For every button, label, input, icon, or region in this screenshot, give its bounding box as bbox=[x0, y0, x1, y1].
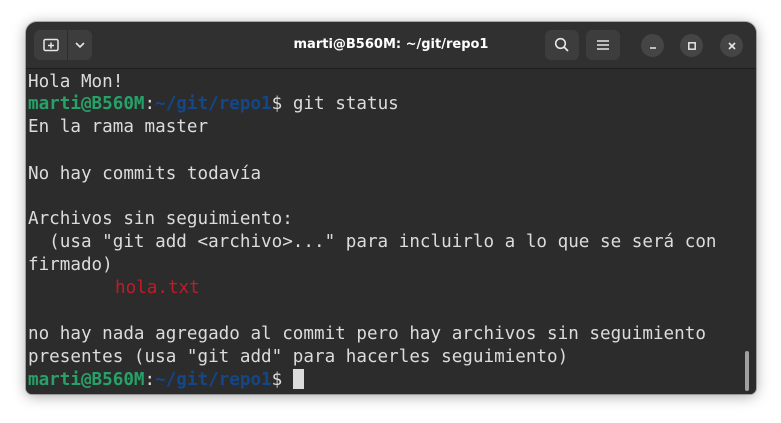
new-tab-button-group bbox=[34, 30, 92, 60]
terminal-window: marti@B560M: ~/git/repo1 Hola Mon! marti… bbox=[26, 22, 756, 394]
chevron-down-icon bbox=[75, 42, 85, 49]
minimize-button[interactable] bbox=[641, 34, 664, 57]
command-text bbox=[282, 370, 293, 390]
output-line: Hola Mon! bbox=[28, 72, 124, 92]
new-tab-button[interactable] bbox=[34, 30, 67, 60]
output-line: No hay commits todavía bbox=[28, 164, 262, 184]
prompt-separator: : bbox=[144, 370, 156, 390]
output-line: Archivos sin seguimiento: bbox=[28, 209, 293, 229]
window-title: marti@B560M: ~/git/repo1 bbox=[293, 37, 489, 52]
close-button[interactable] bbox=[720, 34, 743, 57]
output-line: firmado) bbox=[28, 255, 113, 275]
output-line: presentes (usa "git add" para hacerles s… bbox=[28, 347, 569, 367]
output-line: no hay nada agregado al commit pero hay … bbox=[28, 324, 706, 344]
new-tab-icon bbox=[42, 38, 59, 52]
main-menu-button[interactable] bbox=[586, 30, 620, 60]
prompt-path: ~/git/repo1 bbox=[155, 370, 272, 390]
terminal-output[interactable]: Hola Mon! marti@B560M:~/git/repo1$ git s… bbox=[26, 69, 756, 394]
output-line: En la rama master bbox=[28, 117, 209, 137]
text-cursor bbox=[292, 369, 304, 389]
title-bar: marti@B560M: ~/git/repo1 bbox=[26, 22, 756, 69]
untracked-file: hola.txt bbox=[115, 277, 200, 299]
prompt-user-host: marti@B560M bbox=[28, 370, 145, 390]
close-icon bbox=[727, 41, 736, 50]
scrollbar-thumb[interactable] bbox=[745, 351, 749, 391]
search-icon bbox=[554, 37, 569, 52]
tab-menu-dropdown-button[interactable] bbox=[68, 30, 92, 60]
prompt-line: marti@B560M:~/git/repo1$ git status bbox=[28, 93, 399, 115]
maximize-button[interactable] bbox=[680, 34, 703, 57]
prompt-line: marti@B560M:~/git/repo1$ bbox=[28, 369, 304, 391]
hamburger-menu-icon bbox=[597, 40, 609, 50]
prompt-separator: : bbox=[144, 94, 156, 114]
prompt-path: ~/git/repo1 bbox=[155, 94, 272, 114]
maximize-icon bbox=[687, 41, 696, 50]
minimize-icon bbox=[649, 46, 656, 49]
output-line: (usa "git add <archivo>..." para incluir… bbox=[28, 232, 717, 252]
command-text: git status bbox=[282, 94, 399, 114]
prompt-user-host: marti@B560M bbox=[28, 94, 145, 114]
prompt-symbol: $ bbox=[271, 94, 283, 114]
prompt-symbol: $ bbox=[271, 370, 283, 390]
search-button[interactable] bbox=[545, 30, 579, 60]
untracked-file-name: hola.txt bbox=[115, 278, 200, 298]
